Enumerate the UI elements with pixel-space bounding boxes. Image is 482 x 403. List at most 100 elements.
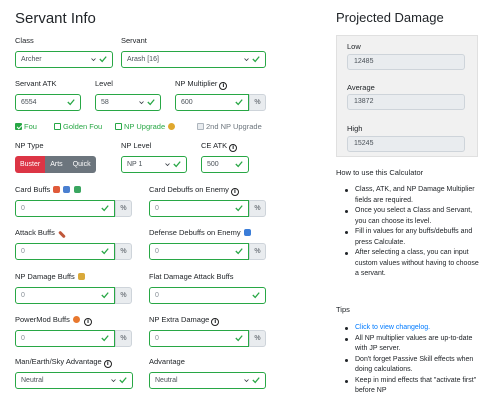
powermod-value: 0	[21, 335, 25, 342]
servant-atk-label: Servant ATK	[15, 79, 57, 88]
class-select[interactable]: Archer	[15, 51, 113, 68]
check-icon	[235, 335, 243, 342]
buster-buff-icon	[53, 186, 61, 193]
attack-buffs-label-wrap: Attack Buffs	[15, 228, 66, 239]
powermod-label-wrap: PowerMod Buffs i	[15, 315, 93, 326]
flat-damage-label: Flat Damage Attack Buffs	[149, 272, 234, 281]
card-buffs-input[interactable]: 0	[15, 200, 115, 217]
np-level-label: NP Level	[121, 141, 152, 150]
np-damage-buffs-label: NP Damage Buffs	[15, 272, 75, 281]
check-icon	[252, 377, 260, 384]
mes-select[interactable]: Neutral	[15, 372, 133, 389]
percent-addon: %	[115, 287, 132, 304]
card-buffs-value: 0	[21, 205, 25, 212]
mes-label-wrap: Man/Earth/Sky Advantage i	[15, 357, 112, 368]
second-np-upgrade-checkbox[interactable]: 2nd NP Upgrade	[197, 122, 262, 131]
defense-debuffs-input[interactable]: 0	[149, 243, 249, 260]
np-upgrade-checkbox[interactable]: NP Upgrade	[115, 122, 176, 131]
np-level-select[interactable]: NP 1	[121, 156, 187, 173]
page: Servant Info Projected Damage Class Arch…	[0, 0, 482, 403]
list-item: Class, ATK, and NP Damage Multiplier fie…	[345, 185, 480, 206]
check-icon	[252, 292, 260, 299]
info-icon[interactable]: i	[211, 318, 220, 326]
arts-buff-icon	[63, 186, 71, 193]
card-debuffs-label: Card Debuffs on Enemy	[149, 185, 229, 194]
percent-addon: %	[115, 200, 132, 217]
info-icon[interactable]: i	[230, 188, 239, 196]
low-output: 12485	[347, 54, 465, 70]
list-item: All NP multiplier values are up-to-date …	[345, 334, 480, 355]
flat-damage-input[interactable]: 0	[149, 287, 266, 304]
np-upgrade-label: NP Upgrade	[124, 122, 166, 131]
fou-checkbox[interactable]: Fou	[15, 122, 37, 131]
ce-atk-label-wrap: CE ATK i	[201, 141, 238, 152]
high-value: 15245	[354, 140, 374, 147]
info-icon[interactable]: i	[219, 82, 228, 90]
check-icon	[99, 56, 107, 63]
level-select[interactable]: 58	[95, 94, 161, 111]
projected-damage-title: Projected Damage	[336, 10, 444, 25]
changelog-link[interactable]: Click to view changelog.	[345, 323, 480, 334]
advantage-label: Advantage	[149, 357, 185, 366]
np-multiplier-label-wrap: NP Multiplier i	[175, 79, 228, 90]
check-icon	[235, 248, 243, 255]
projected-damage-panel: Low 12485 Average 13872 High 15245	[336, 35, 478, 157]
card-debuffs-value: 0	[155, 205, 159, 212]
np-type-quick-button[interactable]: Quick	[67, 156, 96, 173]
golden-fou-label: Golden Fou	[63, 122, 103, 131]
chevron-down-icon	[91, 58, 96, 62]
low-label: Low	[347, 42, 361, 51]
howto-list: Class, ATK, and NP Damage Multiplier fie…	[345, 185, 480, 280]
check-icon	[119, 377, 127, 384]
card-buffs-label-wrap: Card Buffs	[15, 185, 81, 194]
attack-buffs-input[interactable]: 0	[15, 243, 115, 260]
powermod-label: PowerMod Buffs	[15, 315, 70, 324]
servant-select[interactable]: Arash [16]	[121, 51, 266, 68]
np-upgrade-emoji-icon	[168, 123, 176, 130]
servant-atk-input[interactable]: 6554	[15, 94, 81, 111]
average-value: 13872	[354, 98, 374, 105]
ce-atk-value: 500	[207, 161, 219, 168]
ce-atk-input[interactable]: 500	[201, 156, 249, 173]
ce-atk-label: CE ATK	[201, 141, 228, 150]
checkbox-box[interactable]	[115, 123, 122, 130]
np-extra-input[interactable]: 0	[149, 330, 249, 347]
percent-addon: %	[249, 243, 266, 260]
defense-debuffs-value: 0	[155, 248, 159, 255]
info-icon[interactable]: i	[103, 360, 112, 368]
powermod-icon	[72, 316, 80, 323]
np-type-buster-button[interactable]: Buster	[15, 156, 46, 173]
servant-info-title: Servant Info	[15, 10, 96, 27]
percent-addon: %	[249, 94, 266, 111]
np-extra-label-wrap: NP Extra Damage i	[149, 315, 220, 326]
shield-icon	[243, 229, 251, 236]
checkbox-box[interactable]	[54, 123, 61, 130]
defense-debuffs-label: Defense Debuffs on Enemy	[149, 228, 241, 237]
np-multiplier-input[interactable]: 600	[175, 94, 249, 111]
level-label: Level	[95, 79, 113, 88]
np-damage-buffs-label-wrap: NP Damage Buffs	[15, 272, 85, 281]
attack-buffs-value: 0	[21, 248, 25, 255]
np-type-arts-button[interactable]: Arts	[45, 156, 68, 173]
powermod-input[interactable]: 0	[15, 330, 115, 347]
class-label: Class	[15, 36, 34, 45]
info-icon[interactable]: i	[84, 318, 93, 326]
golden-fou-checkbox[interactable]: Golden Fou	[54, 122, 102, 131]
checkbox-box[interactable]	[15, 123, 22, 130]
high-label: High	[347, 124, 363, 133]
np-damage-buffs-input[interactable]: 0	[15, 287, 115, 304]
chevron-down-icon	[139, 101, 144, 105]
info-icon[interactable]: i	[229, 144, 238, 152]
np-level-value: NP 1	[127, 161, 143, 168]
card-debuffs-input[interactable]: 0	[149, 200, 249, 217]
card-debuffs-label-wrap: Card Debuffs on Enemy i	[149, 185, 239, 196]
level-value: 58	[101, 99, 109, 106]
checkbox-box[interactable]	[197, 123, 204, 130]
check-icon	[235, 205, 243, 212]
mes-value: Neutral	[21, 377, 44, 384]
list-item: Once you select a Class and Servant, you…	[345, 206, 480, 227]
np-type-group: Buster Arts Quick	[15, 156, 96, 173]
advantage-select[interactable]: Neutral	[149, 372, 266, 389]
servant-value: Arash [16]	[127, 56, 159, 63]
list-item: Fill in values for any buffs/debuffs and…	[345, 227, 480, 248]
